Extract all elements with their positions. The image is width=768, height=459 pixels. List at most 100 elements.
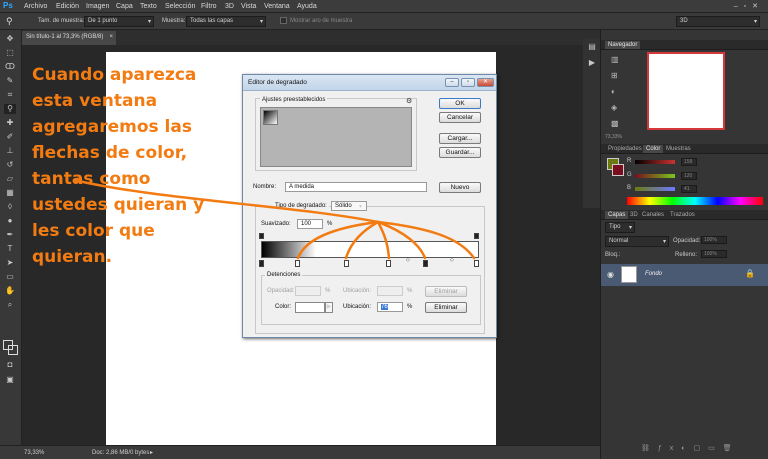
menu-capa[interactable]: Capa (116, 3, 133, 10)
window-controls[interactable]: –▫✕ (734, 2, 764, 10)
stamp-tool-icon[interactable]: ⊥ (4, 146, 16, 156)
pen-tool-icon[interactable]: ✒ (4, 230, 16, 240)
opacity-stop-right[interactable] (474, 233, 479, 239)
background-color-swatch[interactable] (8, 345, 18, 355)
path-select-icon[interactable]: ➤ (4, 258, 16, 268)
delete-color-stop-button[interactable]: Eliminar (425, 302, 467, 313)
blend-mode-select[interactable]: Normal (605, 236, 669, 247)
eraser-tool-icon[interactable]: ▱ (4, 174, 16, 184)
close-icon[interactable]: ✕ (477, 78, 494, 87)
layer-actions-icons[interactable]: ⛓ƒx◐▢▭🗑 (641, 444, 740, 452)
channel-g-slider[interactable] (635, 174, 675, 178)
zoom-level[interactable]: 73,33% (24, 450, 44, 456)
tab-navigator[interactable]: Navegador (605, 41, 641, 49)
channel-g-value[interactable]: 120 (681, 172, 697, 180)
history-brush-icon[interactable]: ↺ (4, 160, 16, 170)
color-ramp[interactable] (627, 197, 763, 205)
load-button[interactable]: Cargar... (439, 133, 481, 144)
menu-texto[interactable]: Texto (140, 3, 157, 10)
screen-mode-icon[interactable]: ▣ (4, 375, 16, 385)
color-stop-selected[interactable] (423, 260, 428, 267)
layer-kind-filter[interactable]: Tipo (605, 222, 635, 233)
menu-filtro[interactable]: Filtro (201, 3, 217, 10)
layer-row[interactable]: ◉ Fondo 🔒 (601, 264, 768, 286)
menu-seleccion[interactable]: Selección (165, 3, 195, 10)
sample-select[interactable]: Todas las capas (186, 16, 266, 27)
preset-swatches[interactable] (263, 110, 399, 142)
visibility-eye-icon[interactable]: ◉ (607, 270, 614, 279)
dodge-tool-icon[interactable]: ● (4, 216, 16, 226)
sample-size-select[interactable]: De 1 punto (84, 16, 154, 27)
tab-color[interactable]: Color (643, 145, 664, 153)
channel-r-value[interactable]: 158 (681, 158, 697, 166)
marquee-tool-icon[interactable]: ⬚ (4, 48, 16, 58)
menu-edicion[interactable]: Edición (56, 3, 79, 10)
smooth-field[interactable]: 100 (297, 219, 323, 229)
zoom-tool-icon[interactable]: ⌕ (4, 300, 16, 310)
navigator-side-icons[interactable]: ▥ ⊞ ◐ ◈ ▩ (611, 52, 623, 132)
hand-tool-icon[interactable]: ✋ (4, 286, 16, 296)
close-tab-icon[interactable]: × (109, 34, 113, 40)
navigator-zoom[interactable]: 73,33% (605, 134, 622, 140)
channel-r-slider[interactable] (635, 160, 675, 164)
midpoint-diamond-icon[interactable]: ◇ (450, 257, 454, 263)
healing-tool-icon[interactable]: ✚ (4, 118, 16, 128)
menu-3d[interactable]: 3D (225, 3, 234, 10)
channel-b-slider[interactable] (635, 187, 675, 191)
new-button[interactable]: Nuevo (439, 182, 481, 193)
preset-swatch[interactable] (263, 110, 278, 125)
menu-vista[interactable]: Vista (241, 3, 256, 10)
tab-paths[interactable]: Trazados (667, 211, 698, 219)
midpoint-diamond-icon[interactable]: ◇ (406, 257, 410, 263)
bg-color-chip[interactable] (612, 164, 624, 176)
ring-checkbox[interactable] (280, 17, 287, 24)
move-tool-icon[interactable]: ✥ (4, 34, 16, 44)
tab-properties[interactable]: Propiedades (605, 145, 645, 153)
opacity-stop-left[interactable] (259, 233, 264, 239)
gradient-tool-icon[interactable]: ▦ (4, 188, 16, 198)
eyedropper-tool-icon[interactable]: ⚲ (4, 104, 16, 114)
crop-tool-icon[interactable]: ⌗ (4, 90, 16, 100)
quick-mask-icon[interactable]: ◘ (4, 360, 16, 370)
workspace-select[interactable]: 3D (676, 16, 760, 27)
tab-layers[interactable]: Capas (605, 211, 629, 219)
stop-color-location-field[interactable]: 76 (377, 302, 403, 312)
status-arrow-icon[interactable]: ▸ (150, 449, 153, 456)
eyedropper-icon[interactable]: ⚲ (6, 16, 13, 27)
actions-icon[interactable]: ▶ (586, 58, 598, 68)
blur-tool-icon[interactable]: ◊ (4, 202, 16, 212)
delete-opacity-stop-button[interactable]: Eliminar (425, 286, 467, 297)
color-stop[interactable] (295, 260, 300, 267)
maximize-icon[interactable]: ▫ (461, 78, 475, 87)
history-icon[interactable]: ▤ (586, 42, 598, 52)
stop-color-swatch[interactable] (295, 302, 325, 313)
minimize-icon[interactable]: – (445, 78, 459, 87)
color-menu-arrow-icon[interactable]: ▶ (325, 302, 333, 313)
color-stop[interactable] (474, 260, 479, 267)
menu-ventana[interactable]: Ventana (264, 3, 290, 10)
type-chevron-down-icon[interactable]: ▾ (359, 203, 362, 210)
presets-grid[interactable] (260, 107, 412, 167)
shape-tool-icon[interactable]: ▭ (4, 272, 16, 282)
layer-name[interactable]: Fondo (645, 271, 662, 277)
menu-imagen[interactable]: Imagen (86, 3, 109, 10)
color-stop[interactable] (386, 260, 391, 267)
tab-channels[interactable]: Canales (639, 211, 667, 219)
opacity-value[interactable]: 100% (701, 236, 727, 244)
color-stop[interactable] (344, 260, 349, 267)
brush-tool-icon[interactable]: ✐ (4, 132, 16, 142)
navigator-preview[interactable] (647, 52, 725, 130)
tab-swatches[interactable]: Muestras (663, 145, 694, 153)
presets-gear-icon[interactable]: ⚙ (406, 97, 412, 105)
gradient-bar[interactable] (261, 241, 479, 258)
document-tab[interactable]: Sin título-1 al 73,3% (RGB/8) × (22, 31, 116, 45)
channel-b-value[interactable]: 41 (681, 185, 697, 193)
quick-select-tool-icon[interactable]: ✎ (4, 76, 16, 86)
type-tool-icon[interactable]: T (4, 244, 16, 254)
fill-value[interactable]: 100% (701, 250, 727, 258)
color-stop[interactable] (259, 260, 264, 267)
lasso-tool-icon[interactable]: ↀ (4, 62, 16, 72)
ok-button[interactable]: OK (439, 98, 481, 109)
name-field[interactable]: A medida (285, 182, 427, 192)
save-button[interactable]: Guardar... (439, 147, 481, 158)
